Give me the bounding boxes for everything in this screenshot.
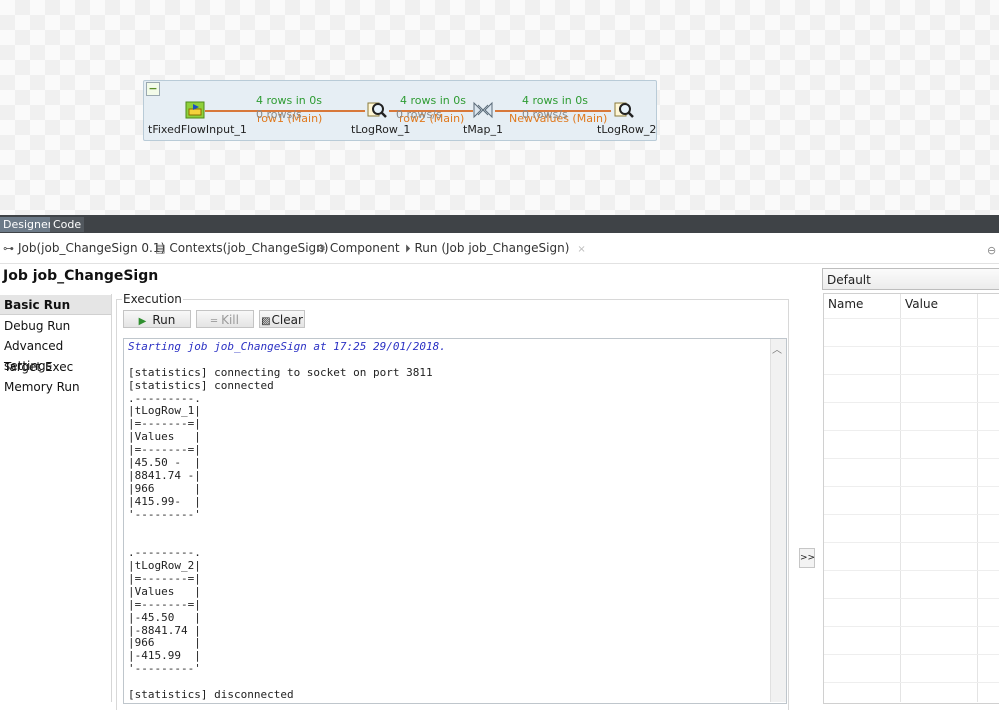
flow-stats: 4 rows in 0s xyxy=(400,94,466,107)
tab-designer[interactable]: Designer xyxy=(0,217,56,232)
tab-run-label: Run (Job job_ChangeSign) xyxy=(414,241,570,255)
tab-contexts-label: Contexts(job_ChangeSign) xyxy=(169,241,329,255)
table-row-divider xyxy=(824,682,999,683)
flow-rate: 0 rows/s xyxy=(522,108,568,121)
context-table[interactable] xyxy=(823,293,999,704)
context-select[interactable]: Default xyxy=(822,268,999,290)
clear-button-label: Clear xyxy=(271,313,303,327)
tab-run[interactable]: ⏵ Run (Job job_ChangeSign) × xyxy=(405,241,586,256)
component-icon: ⚙ xyxy=(316,242,326,255)
kill-button[interactable]: ═ Kill xyxy=(196,310,254,328)
table-row-divider xyxy=(824,598,999,599)
fixed-flow-input-icon[interactable] xyxy=(185,100,205,120)
console-line: |-45.50 | xyxy=(128,610,201,624)
table-row-divider xyxy=(824,346,999,347)
table-row-divider xyxy=(824,486,999,487)
table-row-divider xyxy=(824,458,999,459)
tab-contexts[interactable]: ▤ Contexts(job_ChangeSign) xyxy=(155,241,328,255)
menu-debug-run[interactable]: Debug Run xyxy=(0,316,111,336)
run-button[interactable]: ▶ Run xyxy=(123,310,191,328)
tab-code[interactable]: Code xyxy=(50,217,85,232)
kill-button-label: Kill xyxy=(221,313,239,327)
console-line: '---------' xyxy=(128,662,201,676)
menu-target-exec[interactable]: Target Exec xyxy=(0,357,111,377)
clear-icon: ▨ xyxy=(261,316,271,327)
component-label: tFixedFlowInput_1 xyxy=(148,123,247,136)
console-line: |45.50 - | xyxy=(128,456,201,470)
play-icon: ▶ xyxy=(138,316,147,327)
tab-job-label: Job(job_ChangeSign 0.1) xyxy=(18,241,166,255)
table-row-divider xyxy=(824,430,999,431)
table-row-divider xyxy=(824,542,999,543)
console-line: [statistics] connecting to socket on por… xyxy=(128,365,433,379)
menu-advanced-settings[interactable]: Advanced settings xyxy=(0,336,111,373)
console-line: |966 | xyxy=(128,481,201,495)
console-line: |=-------=| xyxy=(128,597,201,611)
menu-memory-run[interactable]: Memory Run xyxy=(0,377,111,397)
execution-label: Execution xyxy=(122,292,183,306)
console-line: |415.99- | xyxy=(128,494,201,508)
table-row-divider xyxy=(824,514,999,515)
column-divider xyxy=(977,294,978,702)
editor-tab-bar xyxy=(0,215,999,233)
expand-panel-button[interactable]: >> xyxy=(799,548,815,568)
menu-basic-run[interactable]: Basic Run xyxy=(0,295,111,315)
minimize-icon[interactable]: ⊖ xyxy=(987,244,996,257)
console-line: |Values | xyxy=(128,584,201,598)
flow-stats: 4 rows in 0s xyxy=(522,94,588,107)
flow-rate: 0 rows/s xyxy=(396,108,442,121)
console-line: [statistics] disconnected xyxy=(128,688,294,702)
console-line: [statistics] connected xyxy=(128,378,274,392)
console-line: Starting job job_ChangeSign at 17:25 29/… xyxy=(128,340,446,353)
tab-component[interactable]: ⚙ Component xyxy=(316,241,400,255)
console-scrollbar[interactable] xyxy=(770,339,786,702)
tab-job[interactable]: ⊶ Job(job_ChangeSign 0.1) xyxy=(3,241,165,255)
contexts-icon: ▤ xyxy=(155,242,166,255)
job-icon: ⊶ xyxy=(3,242,14,255)
divider xyxy=(111,294,112,702)
run-button-label: Run xyxy=(152,313,176,327)
close-icon[interactable]: × xyxy=(577,244,585,255)
table-row-divider xyxy=(824,626,999,627)
table-row-divider xyxy=(824,402,999,403)
column-header-name[interactable]: Name xyxy=(828,297,863,311)
tab-component-label: Component xyxy=(329,241,400,255)
clear-button[interactable]: ▨Clear xyxy=(259,310,305,328)
console-line: |=-------=| xyxy=(128,572,201,586)
column-header-value[interactable]: Value xyxy=(905,297,938,311)
context-select-value: Default xyxy=(827,273,871,287)
console-text: Starting job job_ChangeSign at 17:25 29/… xyxy=(128,340,519,703)
column-divider xyxy=(900,294,901,702)
log-row-icon[interactable] xyxy=(614,100,634,120)
map-icon[interactable] xyxy=(472,100,493,120)
subjob-collapse-button[interactable]: − xyxy=(146,82,160,96)
stop-icon: ═ xyxy=(211,316,218,327)
log-row-icon[interactable] xyxy=(367,100,387,120)
run-icon: ⏵ xyxy=(405,242,411,255)
flow-stats: 4 rows in 0s xyxy=(256,94,322,107)
component-label: tMap_1 xyxy=(463,123,504,136)
table-row-divider xyxy=(824,654,999,655)
page-title: Job job_ChangeSign xyxy=(3,268,159,284)
console-line: |8841.74 -| xyxy=(128,468,201,482)
table-row-divider xyxy=(824,374,999,375)
flow-rate: 0 rows/s xyxy=(256,108,302,121)
console-line: Job job_ChangeSign ended at 17:25 29/01/… xyxy=(128,701,519,703)
table-row-divider xyxy=(824,318,999,319)
table-row-divider xyxy=(824,570,999,571)
console-line: '---------' xyxy=(128,507,201,521)
chevron-up-icon[interactable]: ︿ xyxy=(772,341,782,356)
console-output[interactable]: Starting job job_ChangeSign at 17:25 29/… xyxy=(123,338,787,704)
